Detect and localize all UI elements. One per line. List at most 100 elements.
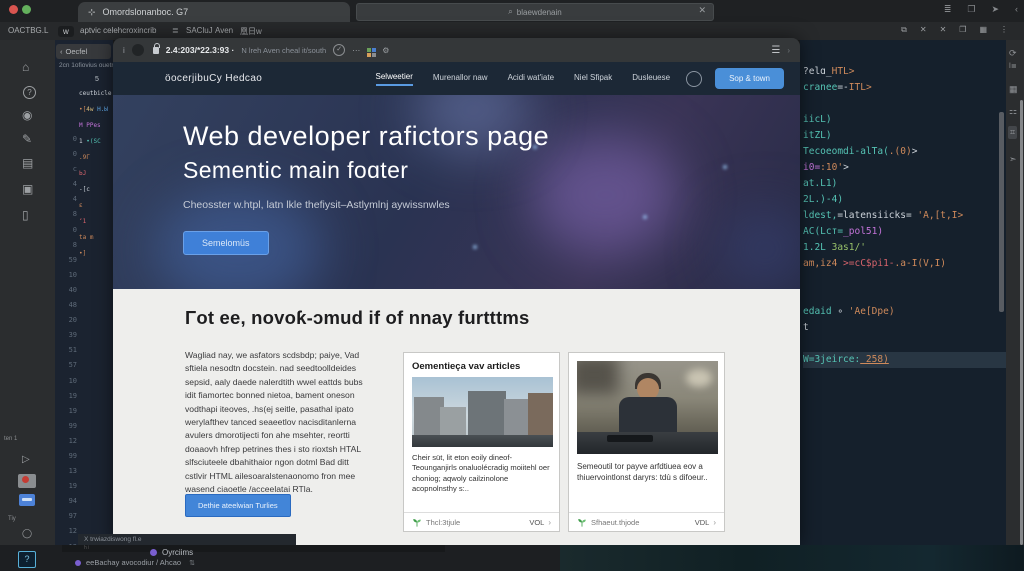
maximize-window-icon[interactable]	[22, 5, 31, 14]
chevron-right-icon[interactable]: ›	[787, 46, 790, 55]
branch-label: eeBachay avocodiur / Ahcao	[86, 558, 182, 567]
tab-title: Omordslonanboc. G7	[102, 7, 189, 17]
project-label[interactable]: OACTBG.L	[8, 26, 48, 35]
back-icon: ‹	[60, 47, 63, 56]
gear-icon[interactable]: ⚙	[382, 46, 389, 55]
hamburger-icon[interactable]: ☰	[771, 45, 780, 56]
list-icon[interactable]: ≣	[172, 26, 179, 35]
terminal-icon[interactable]: ▤	[22, 156, 33, 170]
circle-icon[interactable]: ◯	[22, 528, 32, 539]
wallpaper-sliver	[560, 545, 1024, 571]
card-action-link[interactable]: VOL	[529, 518, 544, 527]
grid-icon[interactable]: ▦	[1009, 84, 1018, 95]
screenshot-thumbnail[interactable]	[18, 474, 36, 488]
code-line: .9Г	[79, 154, 90, 161]
code-line: at.L1)	[803, 178, 838, 189]
chevron-right-icon[interactable]: ›	[548, 518, 551, 527]
hero-cta-button[interactable]: Semelomüs	[183, 231, 269, 255]
grid-icon[interactable]: ▦	[979, 25, 987, 35]
menu-item-b[interactable]: Aven	[215, 26, 233, 35]
editor-scrollbar[interactable]	[999, 112, 1004, 312]
nav-link-4[interactable]: Dusleuese	[632, 73, 670, 85]
info-icon[interactable]: i	[123, 46, 125, 55]
branch-status[interactable]: eeBachay avocodiur / Ahcao ⇅	[75, 558, 195, 567]
nav-link-1[interactable]: Murenallor naw	[433, 73, 488, 85]
card-action-link[interactable]: VDL	[695, 518, 710, 527]
editor-bottom-label: X trwiazdiswong fl.e	[78, 534, 296, 545]
split-panel-icon[interactable]: ❐	[959, 25, 966, 35]
window-scrollbar[interactable]	[1020, 100, 1023, 545]
section-paragraph: Wagliad nay, we asfators scdsbdp; paiye,…	[185, 350, 363, 495]
record-icon[interactable]: ◉	[22, 108, 32, 122]
code-line: ε	[79, 202, 83, 209]
line-number: 19	[68, 406, 77, 415]
apps-grid-icon[interactable]	[367, 48, 372, 52]
breadcrumb[interactable]: aptvic celehcroxincrib	[80, 26, 156, 35]
code-line: W=3jeirce: 258)	[803, 352, 1006, 368]
nav-link-0[interactable]: Selweetier	[375, 72, 413, 86]
shield-icon[interactable]: ✓	[333, 44, 346, 56]
refresh-icon[interactable]: ⟳	[1009, 48, 1017, 59]
hero-title-line2: Sementic main foɑter	[183, 157, 409, 183]
image-icon[interactable]: ▣	[22, 182, 33, 196]
search-text: blaewdenain	[516, 7, 562, 17]
back-tab[interactable]: ‹ Oecfel	[56, 44, 111, 59]
search-input[interactable]: ⌕ blaewdenain ✕	[356, 3, 714, 21]
chevron-right-icon[interactable]: ›	[713, 518, 716, 527]
task-label: Oyrciims	[162, 548, 194, 557]
desktop: ⊹ Omordslonanboc. G7 ❐ ▵ ⌕ blaewdenain ✕…	[0, 0, 1024, 571]
close-tab-icon[interactable]: ✕	[920, 25, 927, 35]
terminal-icon[interactable]: ⌗	[1008, 126, 1018, 139]
panel-thumbnail[interactable]	[19, 494, 35, 506]
avatar-icon[interactable]	[686, 70, 703, 87]
help-badge[interactable]: ?	[18, 551, 36, 568]
help-icon[interactable]: ?	[23, 86, 36, 99]
card-source-label[interactable]: Sfhaeut.thjode	[591, 518, 639, 527]
extension-icon[interactable]	[131, 44, 144, 56]
signup-button[interactable]: Sop & town	[715, 68, 784, 89]
site-logo[interactable]: öocerjibuCy Hedcao	[165, 73, 262, 84]
close-tab-icon[interactable]: ✕	[940, 25, 947, 35]
line-number: 19	[68, 391, 77, 400]
status-dot-icon	[150, 549, 157, 557]
card-title: Oementieça vav articles	[412, 361, 521, 372]
menu-item-a[interactable]: SACluJ	[186, 26, 213, 35]
book-icon[interactable]: ▯	[22, 208, 29, 222]
nav-link-3[interactable]: Niel Sfipak	[574, 73, 612, 85]
run-icon[interactable]: ➣	[1009, 154, 1017, 165]
clear-search-icon[interactable]: ✕	[698, 5, 706, 16]
panel-icon[interactable]: ❐	[967, 4, 975, 15]
back-icon[interactable]: ‹	[1015, 4, 1018, 15]
close-window-icon[interactable]	[9, 5, 18, 14]
menu-icon[interactable]: ≣	[944, 4, 952, 15]
dice-icon[interactable]: ⚏	[1009, 106, 1017, 117]
nav-link-2[interactable]: Acidi wat'iate	[508, 73, 554, 85]
share-icon[interactable]: ➤	[991, 4, 999, 15]
mini-strip: h i	[62, 545, 445, 552]
webpage: öocerjibuCy Hedcao Selweetier Murenallor…	[113, 62, 800, 545]
bars-icon[interactable]: ǀ≣	[1009, 62, 1017, 70]
home-icon[interactable]: ⌂	[22, 60, 29, 74]
sync-icon[interactable]: ⇅	[189, 560, 195, 567]
overflow-icon[interactable]: ⋮	[1000, 25, 1008, 35]
pen-icon[interactable]: ✎	[22, 132, 32, 146]
play-icon[interactable]: ▷	[22, 454, 30, 465]
line-number: 0	[72, 150, 77, 159]
line-number: 20	[68, 316, 77, 325]
code-line: iicL)	[803, 114, 832, 125]
browser-tab[interactable]: ⊹ Omordslonanboc. G7	[78, 2, 350, 22]
line-number: 39	[68, 331, 77, 340]
card-source-label[interactable]: Thcl:3tjule	[426, 518, 460, 527]
pane-header: 2cn 1ofiovius ouetr	[59, 62, 113, 69]
count-badge: 5	[95, 76, 99, 83]
copy-icon[interactable]: ⧉	[901, 25, 907, 35]
url-text[interactable]: 2.4:203/*22.3:93 ·	[166, 45, 235, 55]
task-status[interactable]: Oyrciims	[150, 548, 193, 557]
activity-bar: ⌂ ? ◉ ✎ ▤ ▣ ▯ ten 1 ▷ Tiy ◯	[0, 40, 55, 545]
line-number: 40	[68, 285, 77, 294]
section-cta-button[interactable]: Dethie ateelwian Turlies	[185, 494, 291, 517]
dots-icon[interactable]: ⋯	[352, 46, 360, 55]
code-fragments: ceutbicle •[4w H.Ы М PPes 1 •(SC .9Г ЬЈ -[c ε ʻ1…	[79, 90, 112, 266]
device-icons[interactable]: 凰日w	[240, 26, 262, 37]
